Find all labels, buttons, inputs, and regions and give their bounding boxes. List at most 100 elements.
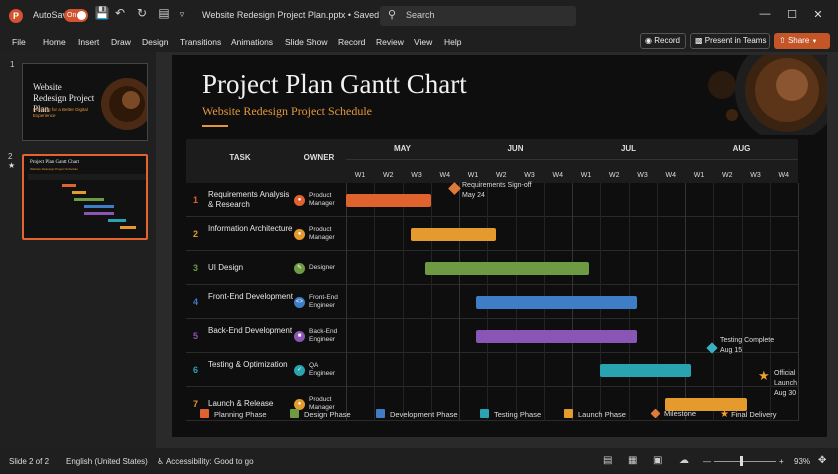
customize-toolbar-icon[interactable]: ▿ <box>174 9 190 20</box>
search-icon: ⚲ <box>388 9 397 21</box>
tab-insert[interactable]: Insert <box>78 37 99 47</box>
week-header-cell: W2 <box>496 172 507 179</box>
grid-line <box>628 217 630 251</box>
task-name: UI Design <box>208 263 244 272</box>
coffee-image <box>708 55 827 135</box>
owner-avatar-icon: ■ <box>294 331 305 342</box>
gantt-bar[interactable] <box>410 228 496 241</box>
owner-avatar-icon: ✓ <box>294 365 305 376</box>
grid-line <box>798 319 799 353</box>
grid-line <box>685 183 686 217</box>
grid-line <box>769 251 771 285</box>
slide-title[interactable]: Project Plan Gantt Chart <box>202 69 467 100</box>
search-box[interactable]: ⚲ Search <box>380 6 576 26</box>
grid-line <box>685 217 686 251</box>
gantt-bar[interactable] <box>475 296 637 309</box>
grid-line <box>346 319 347 353</box>
fit-to-window-icon[interactable]: ✥ <box>818 455 826 466</box>
language-indicator[interactable]: English (United States) <box>66 457 148 466</box>
grid-line <box>713 285 715 319</box>
tab-transitions[interactable]: Transitions <box>180 37 221 47</box>
slide-counter[interactable]: Slide 2 of 2 <box>9 457 49 466</box>
slide-subtitle[interactable]: Website Redesign Project Schedule <box>202 104 372 119</box>
month-jun: JUN <box>507 144 524 153</box>
save-icon[interactable]: 💾 <box>94 6 110 20</box>
grid-line <box>628 251 630 285</box>
table-row[interactable]: 6 Testing & Optimization ✓ QA Engineer <box>186 353 799 387</box>
grid-line <box>741 285 743 319</box>
table-row[interactable]: 4 Front-End Development <> Front-End Engine… <box>186 285 799 319</box>
accessibility-checker[interactable]: ♿ Accessibility: Good to go <box>157 457 254 466</box>
present-from-start-icon[interactable]: ▤ <box>156 6 172 20</box>
share-button[interactable]: ⇧ Share ▼ <box>774 33 830 49</box>
record-button[interactable]: ◉ Record <box>640 33 686 49</box>
owner-header: OWNER <box>303 153 335 162</box>
document-title[interactable]: Website Redesign Project Plan.pptx • Sav… <box>202 10 388 21</box>
autosave-toggle[interactable]: On <box>64 9 88 22</box>
gantt-bar[interactable] <box>600 364 691 377</box>
thumbnail-number-2: 2 <box>8 152 13 161</box>
owner-label: Designer <box>309 264 336 271</box>
redo-icon[interactable]: ↻ <box>134 6 150 20</box>
table-row[interactable]: 2 Information Architecture ● Product Manage… <box>186 217 799 251</box>
gantt-bar[interactable] <box>425 262 589 275</box>
ribbon-tabs: File Home Insert Draw Design Transitions… <box>0 32 838 52</box>
gantt-table[interactable]: TASK OWNER MAY JUN JUL AUG W1 W2 W3 W4 W1 W2 W… <box>186 139 799 429</box>
slide-thumbnail-1[interactable]: Website Redesign Project Plan Planning f… <box>22 63 148 141</box>
grid-line <box>713 251 715 285</box>
week-header-cell: W4 <box>778 172 790 179</box>
notes-view-icon[interactable]: ▤ <box>603 455 612 466</box>
legend-launch: Launch Phase <box>564 409 626 419</box>
milestone-2-text: Testing Complete <box>720 337 775 344</box>
tab-file[interactable]: File <box>12 37 26 47</box>
owner-name: ✎ Designer <box>294 263 345 274</box>
gantt-bar[interactable] <box>346 194 431 207</box>
milestone-1-date: May 24 <box>462 192 485 199</box>
tab-help[interactable]: Help <box>444 37 461 47</box>
slide[interactable]: Project Plan Gantt Chart Website Redesig… <box>172 55 827 437</box>
grid-line <box>600 251 602 285</box>
zoom-in-icon[interactable]: + <box>779 457 784 466</box>
tab-view[interactable]: View <box>414 37 432 47</box>
grid-line <box>798 285 799 319</box>
zoom-out-icon[interactable]: — <box>703 457 711 466</box>
gantt-bar[interactable] <box>475 330 637 343</box>
slide-sorter-icon[interactable]: ▦ <box>628 455 637 466</box>
grid-line <box>346 217 347 251</box>
reading-view-icon[interactable]: ▣ <box>653 455 662 466</box>
undo-icon[interactable]: ↶ <box>112 6 128 20</box>
record-icon: ◉ <box>645 36 652 45</box>
table-row[interactable]: 3 UI Design ✎ Designer <box>186 251 799 285</box>
row-number: 6 <box>193 365 199 375</box>
present-in-teams-button[interactable]: ▩ Present in Teams <box>690 33 770 49</box>
coffee-image <box>101 78 147 130</box>
slide-thumbnail-2[interactable]: Project Plan Gantt Chart Website Redesig… <box>22 154 148 240</box>
zoom-slider-thumb[interactable] <box>740 456 743 466</box>
tab-design[interactable]: Design <box>142 37 168 47</box>
legend-planning-label: Planning Phase <box>214 410 267 419</box>
grid-line <box>656 285 658 319</box>
grid-line <box>656 251 658 285</box>
owner-label: Product Manager <box>309 192 335 207</box>
grid-line <box>656 217 658 251</box>
share-label: Share <box>787 36 810 45</box>
chevron-down-icon: ▼ <box>811 39 818 45</box>
task-name: Requirements Analysis & Research <box>208 190 290 209</box>
tab-home[interactable]: Home <box>43 37 66 47</box>
minimize-icon[interactable]: — <box>755 8 775 20</box>
tab-draw[interactable]: Draw <box>111 37 131 47</box>
slideshow-view-icon[interactable]: ☁ <box>679 455 689 466</box>
zoom-level[interactable]: 93% <box>794 457 810 466</box>
tab-record[interactable]: Record <box>338 37 365 47</box>
close-icon[interactable]: ✕ <box>808 8 828 21</box>
maximize-icon[interactable]: ☐ <box>782 8 802 21</box>
grid-line <box>374 285 376 319</box>
teams-icon: ▩ <box>695 36 703 45</box>
tab-slide-show[interactable]: Slide Show <box>285 37 328 47</box>
accessibility-label: Accessibility: Good to go <box>165 457 254 466</box>
legend-development: Development Phase <box>376 409 458 419</box>
zoom-slider[interactable] <box>714 461 776 462</box>
tab-animations[interactable]: Animations <box>231 37 273 47</box>
tab-review[interactable]: Review <box>376 37 404 47</box>
owner-name: ✓ QA Engineer <box>294 362 345 378</box>
